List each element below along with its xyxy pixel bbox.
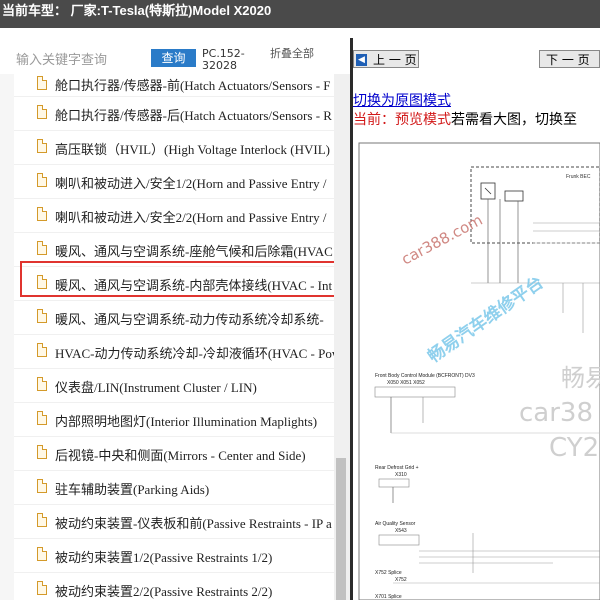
scrollbar-thumb[interactable]: [336, 458, 346, 600]
tree-item-label: 舱口执行器/传感器-后(Hatch Actuators/Sensors - R: [55, 108, 332, 123]
tree-item[interactable]: 暖风、通风与空调系统-动力传动系统冷却系统-: [14, 300, 334, 335]
arrow-left-icon: ◀: [356, 53, 367, 66]
prev-page-button[interactable]: ◀ 上 一 页: [353, 50, 419, 68]
tree-item[interactable]: 被动约束装置2/2(Passive Restraints 2/2): [14, 572, 334, 600]
file-icon: [37, 139, 47, 153]
search-input[interactable]: [16, 50, 146, 70]
document-tree: 舱口执行器/传感器-前(Hatch Actuators/Sensors - F …: [14, 74, 334, 600]
file-icon: [37, 207, 47, 221]
air-quality-label: Air Quality Sensor: [375, 521, 416, 527]
status-hint: 若需看大图，切换至: [451, 112, 577, 128]
wiring-diagram[interactable]: Frunk BEC Front Body Control Module (BCF…: [353, 133, 600, 600]
tree-item-label: 被动约束装置1/2(Passive Restraints 1/2): [55, 550, 273, 565]
model-title: 当前车型： 厂家:T-Tesla(特斯拉)Model X2020: [2, 3, 272, 18]
file-icon: [37, 173, 47, 187]
selection-highlight: [20, 261, 344, 297]
tree-item-label: 暖风、通风与空调系统-座舱气候和后除霜(HVAC: [55, 244, 333, 259]
search-row: 查询 PC.152-32028 折叠全部: [0, 28, 350, 74]
file-icon: [37, 343, 47, 357]
file-icon: [37, 241, 47, 255]
file-icon: [37, 445, 47, 459]
air-quality-connector: X543: [395, 528, 407, 534]
tree-item-label: 被动约束装置-仪表板和前(Passive Restraints - IP a: [55, 516, 332, 531]
tree-item[interactable]: 被动约束装置-仪表板和前(Passive Restraints - IP a: [14, 504, 334, 539]
rear-defrost-connector: X310: [395, 472, 407, 478]
bcfront-label: Front Body Control Module (BCFRONT) DV3: [375, 373, 475, 379]
prev-page-label: 上 一 页: [373, 53, 417, 67]
tree-item-label: 喇叭和被动进入/安全2/2(Horn and Passive Entry /: [55, 210, 327, 225]
file-icon: [37, 581, 47, 595]
tree-item[interactable]: 内部照明地图灯(Interior Illumination Maplights): [14, 402, 334, 437]
tree-item[interactable]: HVAC-动力传动系统冷却-冷却液循环(HVAC - Pow: [14, 334, 334, 369]
tree-item-label: 驻车辅助装置(Parking Aids): [55, 482, 210, 497]
tree-item-label: 舱口执行器/传感器-前(Hatch Actuators/Sensors - F: [55, 78, 331, 93]
tree-item-label: 内部照明地图灯(Interior Illumination Maplights): [55, 414, 318, 429]
tree-item[interactable]: 仪表盘/LIN(Instrument Cluster / LIN): [14, 368, 334, 403]
tree-item-label: 喇叭和被动进入/安全1/2(Horn and Passive Entry /: [55, 176, 327, 191]
tree-item-label: 暖风、通风与空调系统-动力传动系统冷却系统-: [55, 312, 324, 327]
tree-item[interactable]: 后视镜-中央和侧面(Mirrors - Center and Side): [14, 436, 334, 471]
tree-item[interactable]: 舱口执行器/传感器-后(Hatch Actuators/Sensors - R: [14, 96, 334, 131]
status-mode: 当前：预览模式: [353, 112, 451, 128]
collapse-all-link[interactable]: 折叠全部: [270, 48, 318, 60]
splice-x752-label: X752 Splice: [375, 570, 402, 576]
viewer-panel: ◀ 上 一 页 下 一 页 切换为原图模式 当前：预览模式若需看大图，切换至 Fr…: [353, 38, 600, 600]
rear-defrost-label: Rear Defrost Grid +: [375, 465, 419, 471]
tree-item-label: 高压联锁（HVIL）(High Voltage Interlock (HVIL): [55, 142, 330, 157]
switch-original-link[interactable]: 切换为原图模式: [353, 90, 451, 110]
frunk-bec-label: Frunk BEC: [566, 174, 591, 180]
view-mode-status: 当前：预览模式若需看大图，切换至: [353, 109, 577, 129]
left-panel: 查询 PC.152-32028 折叠全部 舱口执行器/传感器-前(Hatch A…: [0, 28, 350, 600]
watermark-cy-3: CY2: [549, 433, 599, 463]
search-button[interactable]: 查询: [151, 49, 196, 67]
tree-item-label: 被动约束装置2/2(Passive Restraints 2/2): [55, 584, 273, 599]
file-icon: [37, 547, 47, 561]
next-page-button[interactable]: 下 一 页: [539, 50, 600, 68]
file-icon: [37, 76, 47, 90]
file-icon: [37, 309, 47, 323]
bcfront-pins-label: X050 X051 X052: [387, 380, 425, 386]
watermark-cy-1: 畅易: [561, 364, 600, 392]
file-icon: [37, 377, 47, 391]
top-bar: 当前车型： 厂家:T-Tesla(特斯拉)Model X2020: [0, 0, 600, 28]
tree-item[interactable]: 高压联锁（HVIL）(High Voltage Interlock (HVIL): [14, 130, 334, 165]
file-icon: [37, 105, 47, 119]
tree-item[interactable]: 喇叭和被动进入/安全1/2(Horn and Passive Entry /: [14, 164, 334, 199]
next-page-label: 下 一 页: [546, 53, 590, 67]
tree-item[interactable]: 舱口执行器/传感器-前(Hatch Actuators/Sensors - F: [14, 74, 334, 97]
tree-item-label: 仪表盘/LIN(Instrument Cluster / LIN): [55, 380, 257, 395]
file-icon: [37, 479, 47, 493]
tree-item-label: HVAC-动力传动系统冷却-冷却液循环(HVAC - Pow: [55, 346, 334, 361]
splice-x752-connector: X752: [395, 577, 407, 583]
tree-item-label: 后视镜-中央和侧面(Mirrors - Center and Side): [55, 448, 306, 463]
splice-x701-label: X701 Splice: [375, 594, 402, 600]
file-icon: [37, 411, 47, 425]
watermark-cy-2: car38: [519, 398, 593, 428]
pc-number: PC.152-32028: [202, 47, 245, 72]
tree-item[interactable]: 驻车辅助装置(Parking Aids): [14, 470, 334, 505]
file-icon: [37, 513, 47, 527]
tree-item[interactable]: 被动约束装置1/2(Passive Restraints 1/2): [14, 538, 334, 573]
tree-item[interactable]: 喇叭和被动进入/安全2/2(Horn and Passive Entry /: [14, 198, 334, 233]
